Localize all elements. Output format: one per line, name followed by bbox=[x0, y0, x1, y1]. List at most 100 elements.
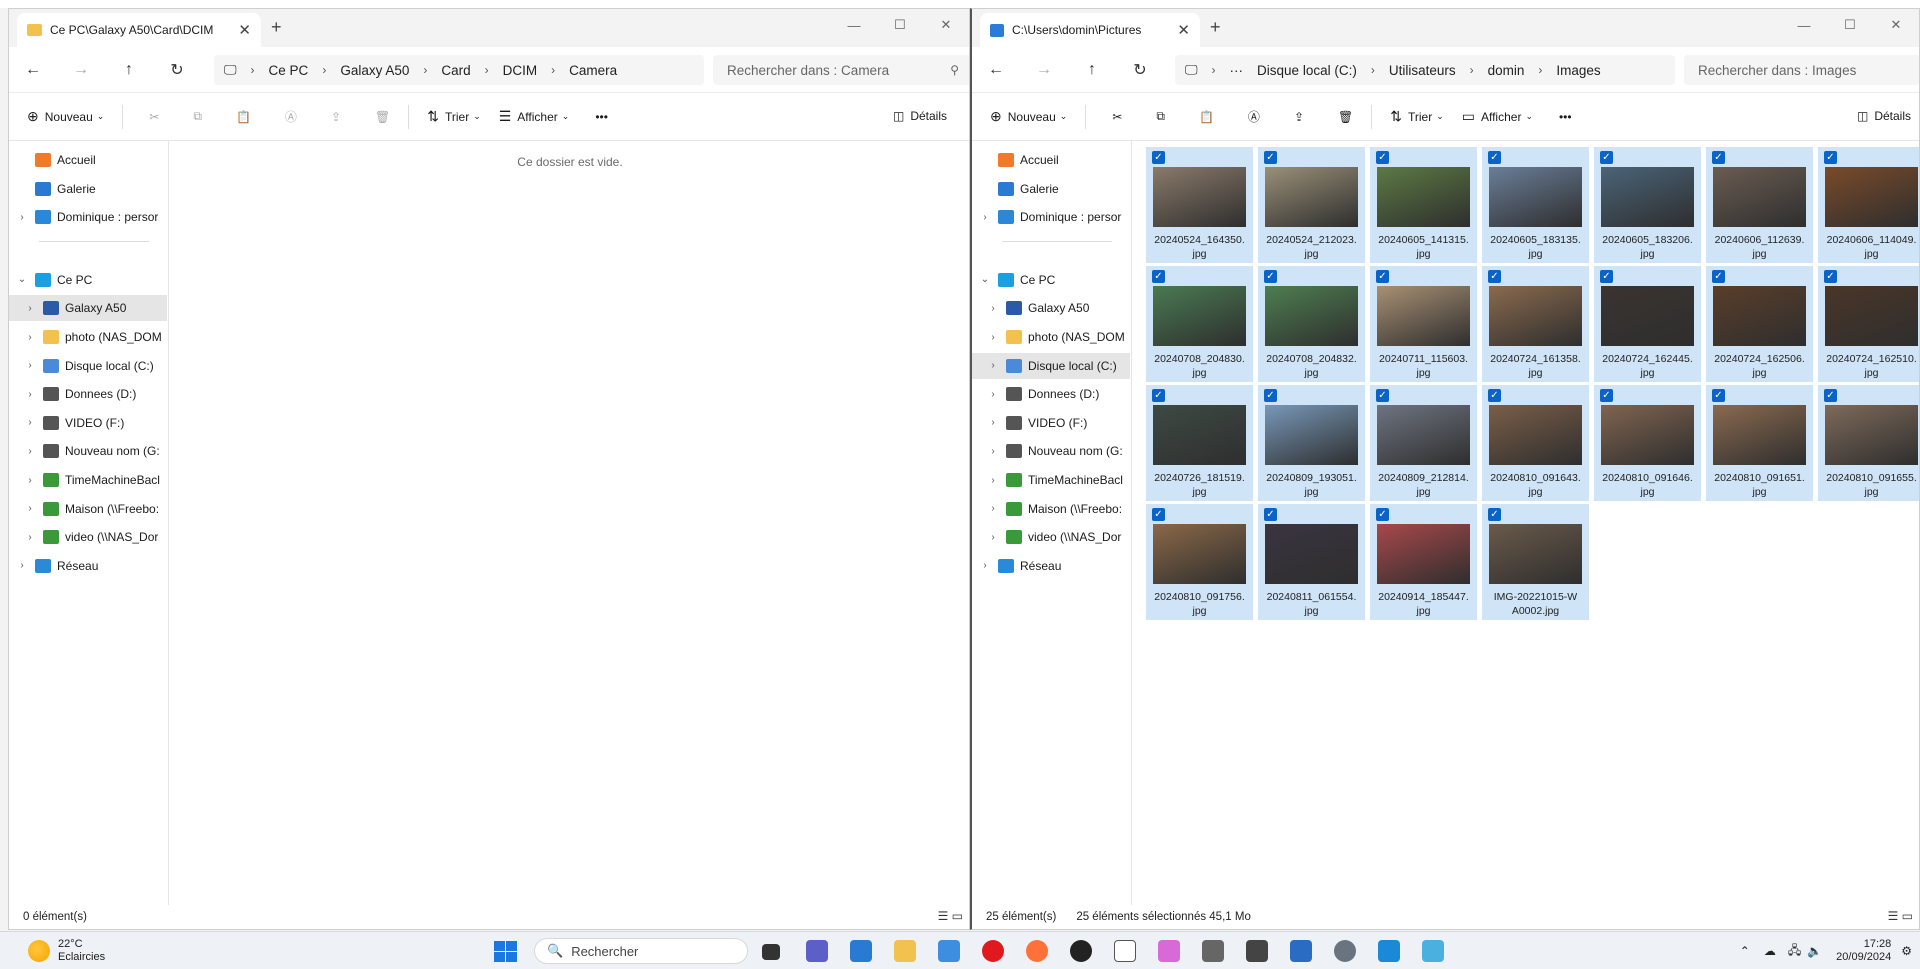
notification-icon[interactable]: ⚙ bbox=[1901, 944, 1912, 958]
file-thumbnail[interactable]: ✓ IMG-20221015-W A0002.jpg bbox=[1482, 504, 1589, 620]
opera-icon[interactable] bbox=[982, 940, 1004, 962]
breadcrumb[interactable]: 🖵 › ··· Disque local (C:) › Utilisateurs ›… bbox=[1175, 55, 1675, 85]
file-thumbnail[interactable]: ✓ 20240606_114049. jpg bbox=[1818, 147, 1919, 263]
task-view-icon[interactable] bbox=[762, 944, 780, 960]
crumb-domin[interactable]: domin bbox=[1488, 63, 1525, 78]
sidebar-item-maison[interactable]: › Maison (\\Freebo: bbox=[9, 496, 167, 522]
checkbox-icon[interactable]: ✓ bbox=[1600, 151, 1613, 164]
file-thumbnail[interactable]: ✓ 20240809_193051. jpg bbox=[1258, 385, 1365, 501]
chevron-up-icon[interactable]: ⌃ bbox=[1740, 944, 1750, 958]
chevron-right-icon[interactable]: › bbox=[986, 303, 1000, 314]
chevron-right-icon[interactable]: › bbox=[23, 417, 37, 428]
sidebar-item-video-f[interactable]: › VIDEO (F:) bbox=[972, 410, 1130, 436]
crumb-ce-pc[interactable]: Ce PC bbox=[269, 63, 309, 78]
close-window-icon[interactable]: ✕ bbox=[1873, 9, 1919, 41]
sidebar-item-reseau[interactable]: › Réseau bbox=[9, 553, 167, 579]
forward-icon[interactable]: → bbox=[57, 61, 105, 79]
chevron-right-icon[interactable]: › bbox=[23, 303, 37, 314]
sidebar-item-galaxy-a50[interactable]: › Galaxy A50 bbox=[972, 295, 1130, 321]
checkbox-icon[interactable]: ✓ bbox=[1376, 270, 1389, 283]
paste-icon[interactable]: 📋 bbox=[236, 110, 251, 124]
taskbar-search[interactable]: 🔍 Rechercher bbox=[534, 938, 748, 964]
file-view[interactable]: Ce dossier est vide. bbox=[171, 141, 969, 905]
checkbox-icon[interactable]: ✓ bbox=[1152, 151, 1165, 164]
sidebar-item-accueil[interactable]: Accueil bbox=[972, 147, 1130, 173]
more-button[interactable]: ••• bbox=[595, 110, 608, 124]
chevron-right-icon[interactable]: › bbox=[986, 446, 1000, 457]
sidebar-item-video-nas[interactable]: › video (\\NAS_Dor bbox=[972, 524, 1130, 550]
chevron-right-icon[interactable]: › bbox=[23, 360, 37, 371]
details-button[interactable]: ◫ Détails bbox=[893, 109, 947, 123]
checkbox-icon[interactable]: ✓ bbox=[1264, 508, 1277, 521]
file-thumbnail[interactable]: ✓ 20240811_061554. jpg bbox=[1258, 504, 1365, 620]
file-thumbnail[interactable]: ✓ 20240711_115603. jpg bbox=[1370, 266, 1477, 382]
teams-icon[interactable] bbox=[806, 940, 828, 962]
volume-icon[interactable]: 🔈 bbox=[1807, 944, 1822, 958]
chevron-down-icon[interactable]: ⌄ bbox=[978, 274, 992, 285]
copy-icon[interactable]: ⧉ bbox=[193, 109, 202, 124]
more-button[interactable]: ••• bbox=[1559, 110, 1572, 124]
tab-camera[interactable]: Ce PC\Galaxy A50\Card\DCIM ✕ bbox=[17, 13, 261, 47]
chevron-right-icon[interactable]: › bbox=[23, 389, 37, 400]
sidebar-item-photo-nas[interactable]: › photo (NAS_DOM bbox=[972, 324, 1130, 350]
document-icon[interactable] bbox=[1114, 940, 1136, 962]
file-thumbnail[interactable]: ✓ 20240724_161358. jpg bbox=[1482, 266, 1589, 382]
photos-app-icon[interactable] bbox=[1158, 940, 1180, 962]
checkbox-icon[interactable]: ✓ bbox=[1152, 389, 1165, 402]
file-thumbnail[interactable]: ✓ 20240524_212023. jpg bbox=[1258, 147, 1365, 263]
refresh-icon[interactable]: ↻ bbox=[1116, 60, 1164, 80]
sort-button[interactable]: ⇅ Trier ⌄ bbox=[1390, 108, 1444, 125]
monitor-app-icon[interactable] bbox=[1378, 940, 1400, 962]
maximize-icon[interactable]: ☐ bbox=[877, 9, 923, 41]
sidebar-item-video-f[interactable]: › VIDEO (F:) bbox=[9, 410, 167, 436]
crumb-galaxy[interactable]: Galaxy A50 bbox=[340, 63, 409, 78]
crumb-ellipsis[interactable]: ··· bbox=[1230, 63, 1244, 78]
checkbox-icon[interactable]: ✓ bbox=[1376, 151, 1389, 164]
chevron-right-icon[interactable]: › bbox=[986, 417, 1000, 428]
checkbox-icon[interactable]: ✓ bbox=[1824, 389, 1837, 402]
chevron-right-icon[interactable]: › bbox=[23, 503, 37, 514]
paste-icon[interactable]: 📋 bbox=[1199, 110, 1214, 124]
sidebar-item-reseau[interactable]: › Réseau bbox=[972, 553, 1130, 579]
checkbox-icon[interactable]: ✓ bbox=[1824, 270, 1837, 283]
file-thumbnail[interactable]: ✓ 20240606_112639. jpg bbox=[1706, 147, 1813, 263]
file-thumbnail[interactable]: ✓ 20240708_204830. jpg bbox=[1146, 266, 1253, 382]
chevron-right-icon[interactable]: › bbox=[978, 212, 992, 223]
file-thumbnail[interactable]: ✓ 20240810_091643. jpg bbox=[1482, 385, 1589, 501]
sidebar-item-ce-pc[interactable]: ⌄ Ce PC bbox=[9, 267, 167, 293]
file-view[interactable]: ✓ 20240524_164350. jpg ✓ 20240524_212023. j… bbox=[1134, 141, 1919, 905]
crumb-disque[interactable]: Disque local (C:) bbox=[1257, 63, 1357, 78]
refresh-icon[interactable]: ↻ bbox=[153, 60, 201, 80]
sidebar-item-ce-pc[interactable]: ⌄ Ce PC bbox=[972, 267, 1130, 293]
details-button[interactable]: ◫ Détails bbox=[1857, 109, 1911, 123]
chevron-right-icon[interactable]: › bbox=[986, 332, 1000, 343]
close-window-icon[interactable]: ✕ bbox=[923, 9, 969, 41]
file-thumbnail[interactable]: ✓ 20240708_204832. jpg bbox=[1258, 266, 1365, 382]
chevron-right-icon[interactable]: › bbox=[23, 332, 37, 343]
sidebar-item-galaxy-a50[interactable]: › Galaxy A50 bbox=[9, 295, 167, 322]
app-icon-black[interactable] bbox=[1070, 940, 1092, 962]
checkbox-icon[interactable]: ✓ bbox=[1376, 508, 1389, 521]
sidebar-item-onedrive[interactable]: › Dominique : persor bbox=[9, 204, 167, 230]
chevron-right-icon[interactable]: › bbox=[986, 389, 1000, 400]
sidebar-item-onedrive[interactable]: › Dominique : persor bbox=[972, 204, 1130, 230]
onedrive-icon[interactable]: ☁ bbox=[1764, 944, 1776, 958]
new-tab-icon[interactable]: + bbox=[1210, 17, 1221, 38]
crumb-card[interactable]: Card bbox=[441, 63, 470, 78]
network-icon[interactable]: 🖧 bbox=[1788, 941, 1801, 962]
sidebar-item-galerie[interactable]: Galerie bbox=[9, 176, 167, 202]
crumb-images[interactable]: Images bbox=[1556, 63, 1600, 78]
view-button[interactable]: ☰ Afficher ⌄ bbox=[499, 108, 570, 125]
up-icon[interactable]: ↑ bbox=[105, 61, 153, 79]
maximize-icon[interactable]: ☐ bbox=[1827, 9, 1873, 41]
new-tab-icon[interactable]: + bbox=[271, 17, 282, 38]
checkbox-icon[interactable]: ✓ bbox=[1712, 389, 1725, 402]
sidebar-item-video-nas[interactable]: › video (\\NAS_Dor bbox=[9, 524, 167, 550]
delete-icon[interactable]: 🗑 bbox=[1338, 110, 1353, 124]
checkbox-icon[interactable]: ✓ bbox=[1152, 508, 1165, 521]
breadcrumb[interactable]: 🖵 › Ce PC › Galaxy A50 › Card › DCIM › Camera bbox=[214, 55, 704, 85]
minimize-icon[interactable]: — bbox=[1781, 9, 1827, 41]
checkbox-icon[interactable]: ✓ bbox=[1712, 270, 1725, 283]
checkbox-icon[interactable]: ✓ bbox=[1264, 389, 1277, 402]
file-thumbnail[interactable]: ✓ 20240810_091646. jpg bbox=[1594, 385, 1701, 501]
